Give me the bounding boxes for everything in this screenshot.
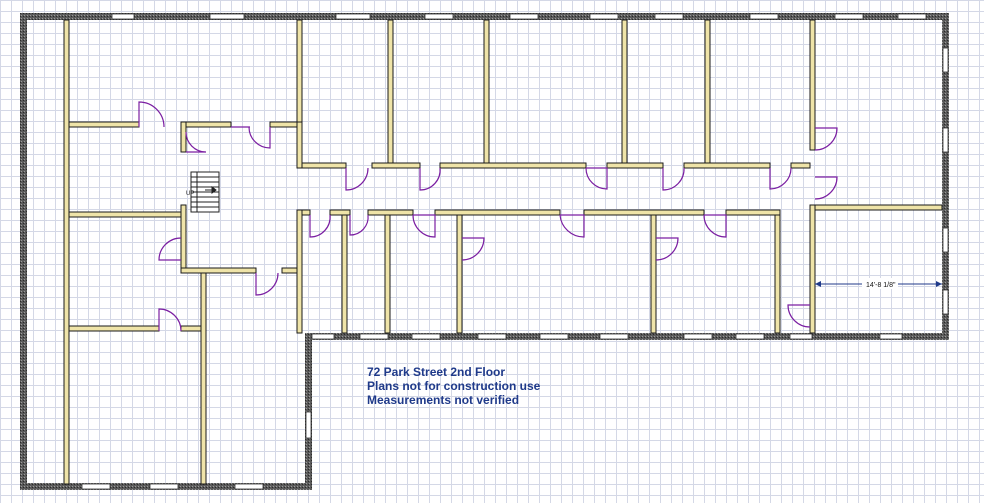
door bbox=[559, 214, 585, 238]
door bbox=[248, 126, 271, 149]
door bbox=[814, 127, 838, 151]
door bbox=[787, 304, 811, 328]
interior-walls bbox=[63, 19, 943, 485]
door bbox=[345, 167, 369, 191]
stair-label: UP bbox=[186, 191, 194, 197]
floor-plan: UP 14'-8 1/8" bbox=[20, 13, 949, 490]
door bbox=[255, 272, 279, 296]
door bbox=[158, 308, 182, 332]
stair bbox=[190, 171, 220, 213]
door bbox=[769, 167, 792, 190]
door bbox=[309, 214, 331, 238]
door bbox=[585, 167, 608, 190]
door bbox=[419, 167, 441, 191]
door bbox=[662, 167, 685, 191]
dimension-label: 14'-8 1/8" bbox=[866, 282, 896, 289]
plan-note-measurements: Measurements not verified bbox=[367, 393, 520, 407]
door bbox=[349, 214, 369, 236]
plan-note-disclaimer: Plans not for construction use bbox=[367, 379, 541, 393]
door bbox=[655, 237, 679, 261]
door bbox=[461, 237, 485, 261]
door bbox=[412, 214, 436, 238]
windows bbox=[81, 13, 949, 490]
door bbox=[138, 101, 165, 128]
door bbox=[158, 237, 182, 261]
plan-note-address: 72 Park Street 2nd Floor bbox=[367, 365, 506, 379]
door bbox=[814, 176, 838, 200]
door bbox=[703, 214, 727, 238]
door bbox=[185, 131, 207, 153]
